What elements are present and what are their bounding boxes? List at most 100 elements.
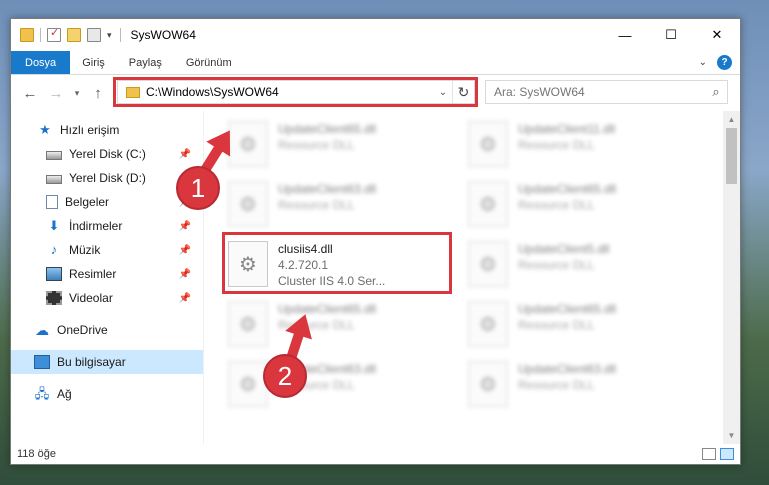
new-folder-icon[interactable] bbox=[67, 28, 81, 42]
ribbon-tabs: Dosya Giriş Paylaş Görünüm ⌄ ? bbox=[11, 51, 740, 75]
file-item[interactable]: ⚙ UpdateClient5.dll Resource DLL bbox=[468, 235, 698, 295]
scroll-thumb[interactable] bbox=[726, 128, 737, 184]
file-name: UpdateClient5.dll bbox=[518, 242, 610, 256]
file-meta: UpdateClient63.dll Resource DLL bbox=[278, 181, 376, 213]
file-item[interactable]: ⚙ UpdateClient63.dll Resource DLL bbox=[468, 355, 698, 415]
annotation-badge-1: 1 bbox=[176, 166, 220, 210]
help-icon[interactable]: ? bbox=[717, 55, 732, 70]
close-button[interactable]: ✕ bbox=[694, 19, 740, 51]
toolbar-divider bbox=[40, 28, 41, 42]
nav-item-disk-d[interactable]: Yerel Disk (D:) bbox=[11, 166, 203, 190]
file-item[interactable]: ⚙UpdateClient65.dllResource DLL bbox=[468, 175, 698, 235]
file-item[interactable]: ⚙UpdateClient65.dllResource DLL bbox=[468, 295, 698, 355]
nav-label: Yerel Disk (C:) bbox=[69, 147, 146, 161]
search-input[interactable] bbox=[494, 85, 705, 99]
nav-item-disk-c[interactable]: Yerel Disk (C:) 📌 bbox=[11, 142, 203, 166]
videos-icon bbox=[46, 291, 62, 305]
window-controls: — ☐ ✕ bbox=[602, 19, 740, 51]
pictures-icon bbox=[46, 267, 62, 281]
ribbon-right: ⌄ ? bbox=[699, 55, 732, 70]
documents-icon bbox=[46, 195, 58, 209]
chevron-down-icon[interactable]: ▾ bbox=[107, 30, 112, 41]
nav-label: OneDrive bbox=[57, 323, 108, 337]
vertical-scrollbar[interactable]: ▲ ▼ bbox=[723, 111, 740, 444]
details-view-icon[interactable] bbox=[702, 448, 716, 460]
tab-view[interactable]: Görünüm bbox=[174, 51, 244, 74]
nav-item-downloads[interactable]: ⬇ İndirmeler 📌 bbox=[11, 214, 203, 238]
dll-file-icon: ⚙ bbox=[468, 121, 508, 167]
back-arrow-icon[interactable]: ← bbox=[17, 85, 43, 102]
file-item[interactable]: ⚙UpdateClient65.dllResource DLL bbox=[228, 115, 458, 175]
nav-label: Yerel Disk (D:) bbox=[69, 171, 146, 185]
file-meta: UpdateClient5.dll Resource DLL bbox=[518, 241, 609, 273]
nav-item-pictures[interactable]: Resimler 📌 bbox=[11, 262, 203, 286]
file-meta: UpdateClient63.dll Resource DLL bbox=[518, 361, 616, 393]
file-item[interactable]: ⚙ clusiis4.dll 4.2.720.1 Cluster IIS 4.0 Se… bbox=[228, 235, 458, 295]
window-title: SysWOW64 bbox=[130, 28, 196, 42]
dll-file-icon: ⚙ bbox=[468, 361, 508, 407]
nav-item-onedrive[interactable]: ☁ OneDrive bbox=[11, 318, 203, 342]
pin-icon[interactable]: 📌 bbox=[179, 149, 191, 160]
address-bar[interactable]: C:\Windows\SysWOW64 ⌄ ↻ bbox=[117, 80, 475, 104]
maximize-button[interactable]: ☐ bbox=[648, 19, 694, 51]
chevron-down-icon[interactable]: ⌄ bbox=[434, 87, 452, 98]
scroll-down-icon[interactable]: ▼ bbox=[723, 427, 740, 444]
computer-icon bbox=[34, 355, 50, 369]
search-icon[interactable]: ⌕ bbox=[705, 84, 727, 100]
nav-label: Belgeler bbox=[65, 195, 110, 209]
pin-icon[interactable]: 📌 bbox=[179, 245, 191, 256]
dll-file-icon: ⚙ bbox=[468, 181, 508, 227]
title-bar: ▾ SysWOW64 — ☐ ✕ bbox=[11, 19, 740, 51]
file-description: Resource DLL bbox=[518, 258, 595, 272]
nav-label: Bu bilgisayar bbox=[57, 355, 126, 369]
dll-file-icon: ⚙ bbox=[468, 301, 508, 347]
drive-icon bbox=[46, 150, 62, 160]
file-item[interactable]: ⚙UpdateClient65.dllResource DLL bbox=[228, 295, 458, 355]
scroll-up-icon[interactable]: ▲ bbox=[723, 111, 740, 128]
tiles-view-icon[interactable] bbox=[720, 448, 734, 460]
file-description: Resource DLL bbox=[278, 138, 355, 152]
file-item[interactable]: ⚙ UpdateClient63.dll Resource DLL bbox=[228, 175, 458, 235]
refresh-icon[interactable]: ↻ bbox=[452, 81, 474, 103]
rename-icon[interactable] bbox=[87, 28, 101, 42]
star-icon: ★ bbox=[39, 122, 51, 137]
tab-home[interactable]: Giriş bbox=[70, 51, 117, 74]
nav-label: Videolar bbox=[69, 291, 113, 305]
navigation-row: ← → ▾ ↑ C:\Windows\SysWOW64 ⌄ ↻ ⌕ bbox=[11, 75, 740, 111]
address-path[interactable]: C:\Windows\SysWOW64 bbox=[146, 85, 434, 99]
file-description: Cluster IIS 4.0 Ser... bbox=[278, 274, 386, 288]
content-area: ★ Hızlı erişim Yerel Disk (C:) 📌 Yerel D… bbox=[11, 111, 740, 444]
tab-file[interactable]: Dosya bbox=[11, 51, 71, 74]
recent-locations-icon[interactable]: ▾ bbox=[69, 88, 85, 99]
folder-icon bbox=[20, 28, 34, 42]
search-box[interactable]: ⌕ bbox=[485, 80, 728, 104]
file-item[interactable]: ⚙ UpdateClient11.dll Resource DLL bbox=[468, 115, 698, 175]
nav-item-videos[interactable]: Videolar 📌 bbox=[11, 286, 203, 310]
up-arrow-icon[interactable]: ↑ bbox=[85, 85, 111, 102]
nav-label: Hızlı erişim bbox=[60, 123, 120, 137]
expand-ribbon-icon[interactable]: ⌄ bbox=[699, 57, 707, 68]
pin-icon[interactable]: 📌 bbox=[179, 293, 191, 304]
title-divider bbox=[119, 28, 121, 42]
view-switcher bbox=[702, 448, 734, 460]
nav-quick-access[interactable]: ★ Hızlı erişim bbox=[11, 118, 203, 142]
nav-item-this-pc[interactable]: Bu bilgisayar bbox=[11, 350, 203, 374]
pin-icon[interactable]: 📌 bbox=[179, 221, 191, 232]
nav-item-documents[interactable]: Belgeler 📌 bbox=[11, 190, 203, 214]
minimize-button[interactable]: — bbox=[602, 19, 648, 51]
properties-icon[interactable] bbox=[47, 26, 61, 42]
file-description: Resource DLL bbox=[518, 138, 595, 152]
navigation-pane: ★ Hızlı erişim Yerel Disk (C:) 📌 Yerel D… bbox=[11, 111, 204, 444]
nav-item-music[interactable]: ♪ Müzik 📌 bbox=[11, 238, 203, 262]
pin-icon[interactable]: 📌 bbox=[179, 269, 191, 280]
tab-share[interactable]: Paylaş bbox=[117, 51, 174, 74]
file-meta: clusiis4.dll 4.2.720.1 Cluster IIS 4.0 Ser… bbox=[278, 241, 385, 289]
item-count: 118 öğe bbox=[17, 448, 56, 460]
downloads-icon: ⬇ bbox=[48, 218, 60, 233]
forward-arrow-icon[interactable]: → bbox=[43, 85, 69, 102]
file-name: UpdateClient63.dll bbox=[278, 182, 377, 196]
file-name: UpdateClient65.dll bbox=[278, 122, 377, 136]
file-meta: UpdateClient65.dll Resource DLL bbox=[278, 121, 376, 153]
file-item[interactable]: ⚙ UpdateClient63.dll Resource DLL bbox=[228, 355, 458, 415]
nav-item-network[interactable]: 🖧 Ağ bbox=[11, 382, 203, 406]
